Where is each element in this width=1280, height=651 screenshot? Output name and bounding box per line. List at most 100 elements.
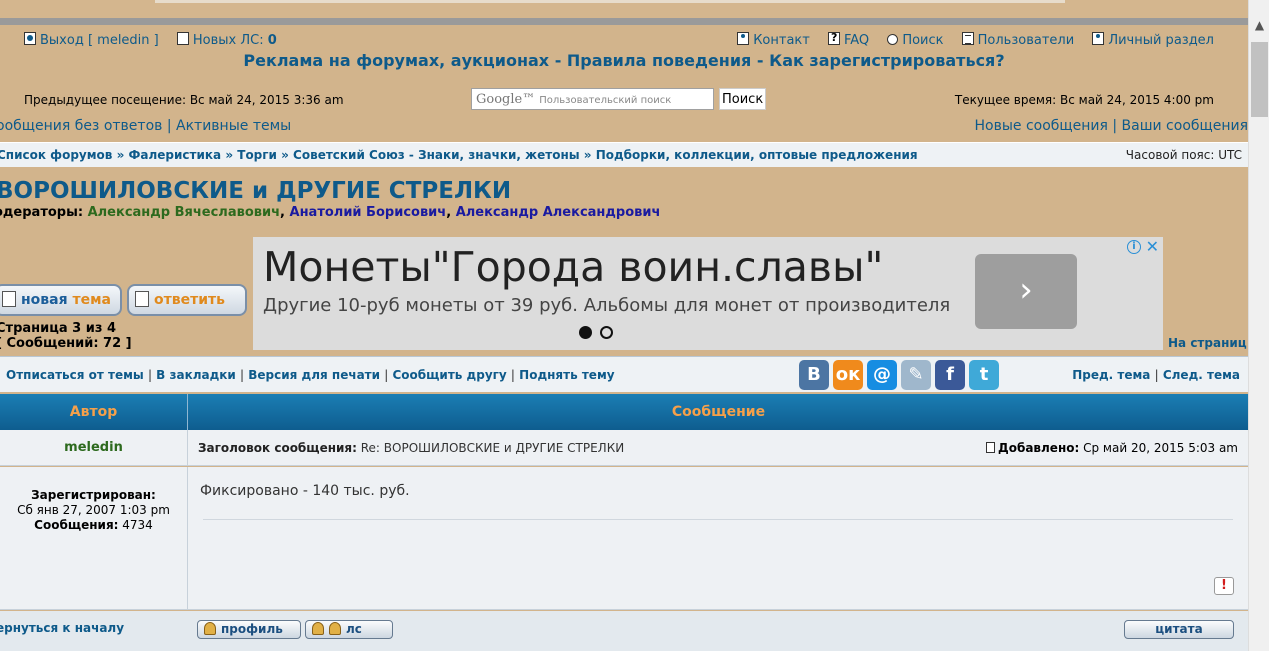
prev-topic-link[interactable]: Пред. тема	[1072, 368, 1150, 382]
report-icon[interactable]: !	[1214, 577, 1234, 595]
posted-date: Ср май 20, 2015 5:03 am	[1083, 441, 1238, 455]
posted-label: Добавлено:	[998, 441, 1080, 455]
quote-button[interactable]: цитата	[1124, 620, 1234, 639]
logout-link[interactable]: Выход [ meledin ]	[40, 33, 159, 48]
subject-text: Re: ВОРОШИЛОВСКИЕ и ДРУГИЕ СТРЕЛКИ	[360, 441, 625, 455]
pm-users-icon	[329, 622, 341, 635]
register-link[interactable]: Как зарегистрироваться?	[769, 51, 1005, 70]
pm-icon	[176, 32, 189, 45]
scrollbar-thumb[interactable]	[1251, 42, 1268, 117]
page-number: Страница 3 из 4	[0, 321, 116, 336]
separator: |	[510, 368, 515, 382]
contact-link[interactable]: Контакт	[753, 33, 810, 48]
contact-icon	[737, 32, 750, 45]
twitter-icon[interactable]: t	[969, 360, 999, 390]
separator: |	[1154, 368, 1159, 382]
posts-table-header: Автор Сообщение	[0, 394, 1248, 430]
breadcrumb-links[interactable]: Список форумов » Фалеристика » Торги » С…	[0, 148, 918, 162]
bookmark-link[interactable]: В закладки	[156, 368, 236, 382]
author-column-header: Автор	[0, 394, 188, 430]
social-share: Вок @ ✎ f t	[799, 360, 1003, 390]
post-body-row: Зарегистрирован: Сб янв 27, 2007 1:03 pm…	[0, 467, 1248, 610]
ad-banner[interactable]: Монеты"Города воин.славы" Другие 10-руб …	[253, 237, 1163, 350]
odnoklassniki-icon[interactable]: ок	[833, 360, 863, 390]
members-link[interactable]: Пользователи	[978, 33, 1075, 48]
profile-icon	[204, 622, 216, 635]
moderator-link[interactable]: Анатолий Борисович	[290, 205, 447, 220]
rules-link[interactable]: Правила поведения	[567, 51, 751, 70]
new-topic-button[interactable]: новая тема	[0, 284, 122, 316]
pagination-link[interactable]: На страниц	[1168, 336, 1247, 350]
new-topic-icon	[2, 291, 16, 307]
scroll-up-icon[interactable]: ▲	[1249, 0, 1270, 32]
page-title[interactable]: ВОРОШИЛОВСКИЕ и ДРУГИЕ СТРЕЛКИ	[0, 178, 511, 204]
vk-icon[interactable]: В	[799, 360, 829, 390]
reply-button[interactable]: ответить	[127, 284, 247, 316]
new-posts-link[interactable]: Новые сообщения	[974, 118, 1107, 134]
ad-subtext[interactable]: Другие 10-руб монеты от 39 руб. Альбомы …	[263, 295, 950, 316]
registered-date: Сб янв 27, 2007 1:03 pm	[17, 503, 170, 517]
faq-link[interactable]: FAQ	[844, 33, 869, 48]
quote-label: цитата	[1155, 622, 1203, 636]
pm-button[interactable]: лс	[305, 620, 393, 639]
ad-headline[interactable]: Монеты"Города воин.славы"	[263, 243, 883, 291]
user-nav-left: Выход [ meledin ] Новых ЛС: 0	[24, 32, 277, 48]
ad-close-icon[interactable]: ✕	[1146, 237, 1159, 256]
post-icon[interactable]	[986, 442, 996, 453]
unsubscribe-link[interactable]: Отписаться от темы	[6, 368, 144, 382]
new-topic-label-a: новая	[21, 292, 73, 308]
personal-link[interactable]: Личный раздел	[1108, 33, 1214, 48]
next-topic-link[interactable]: След. тема	[1163, 368, 1240, 382]
new-pm-link[interactable]: Новых ЛС:	[193, 33, 264, 48]
moderator-link[interactable]: Александр Вячеславович	[88, 205, 280, 220]
current-time: Текущее время: Вс май 24, 2015 4:00 pm	[954, 93, 1214, 107]
moderators: одераторы: Александр Вячеславович, Анато…	[0, 205, 660, 220]
comma: ,	[446, 205, 452, 220]
google-logo: Google™	[476, 92, 536, 107]
search-placeholder: Пользовательский поиск	[539, 95, 672, 106]
mail-icon[interactable]: @	[867, 360, 897, 390]
livejournal-icon[interactable]: ✎	[901, 360, 931, 390]
profile-button[interactable]: профиль	[197, 620, 301, 639]
moderator-link[interactable]: Александр Александрович	[456, 205, 661, 220]
header-bar	[0, 18, 1248, 25]
comma: ,	[280, 205, 285, 220]
top-strip	[0, 0, 1248, 18]
post-subject: Заголовок сообщения: Re: ВОРОШИЛОВСКИЕ и…	[198, 441, 624, 455]
scrollbar[interactable]: ▲	[1248, 0, 1269, 651]
print-link[interactable]: Версия для печати	[248, 368, 380, 382]
post-count: [ Сообщений: 72 ]	[0, 336, 132, 351]
message-column-header: Сообщение	[671, 404, 766, 420]
registered-label: Зарегистрирован:	[31, 488, 156, 502]
search-input[interactable]: Google™ Пользовательский поиск	[471, 88, 714, 110]
ad-arrow-button[interactable]: ›	[975, 254, 1077, 329]
search-icon	[887, 34, 899, 45]
previous-visit: Предыдущее посещение: Вс май 24, 2015 3:…	[24, 93, 344, 107]
separator: |	[384, 368, 389, 382]
separator: |	[166, 118, 172, 134]
facebook-icon[interactable]: f	[935, 360, 965, 390]
search-link[interactable]: Поиск	[902, 33, 943, 48]
separator: |	[147, 368, 152, 382]
search-button[interactable]: Поиск	[719, 88, 766, 110]
bump-link[interactable]: Поднять тему	[519, 368, 614, 382]
search-links-left: ообщения без ответов | Активные темы	[0, 118, 291, 134]
unanswered-link[interactable]: ообщения без ответов	[0, 118, 162, 134]
ad-dot-active[interactable]	[579, 326, 592, 339]
your-posts-link[interactable]: Ваши сообщения	[1122, 118, 1248, 134]
ad-dot[interactable]	[600, 326, 613, 339]
timezone: Часовой пояс: UTC	[1125, 148, 1242, 162]
breadcrumb: Список форумов » Фалеристика » Торги » С…	[0, 142, 1248, 167]
separator: -	[554, 51, 562, 70]
post-author[interactable]: meledin	[0, 430, 188, 466]
ads-link[interactable]: Реклама на форумах, аукционах	[243, 51, 549, 70]
pm-label: лс	[346, 622, 362, 636]
back-to-top-link[interactable]: ернуться к началу	[0, 621, 124, 635]
topic-navigation: Пред. тема | След. тема	[1072, 368, 1240, 382]
ad-info-icon[interactable]: i	[1127, 240, 1141, 254]
active-topics-link[interactable]: Активные темы	[176, 118, 291, 134]
tell-friend-link[interactable]: Сообщить другу	[392, 368, 506, 382]
forum-links: Реклама на форумах, аукционах - Правила …	[0, 51, 1248, 70]
posts-value: 4734	[122, 518, 153, 532]
reply-icon	[135, 291, 149, 307]
